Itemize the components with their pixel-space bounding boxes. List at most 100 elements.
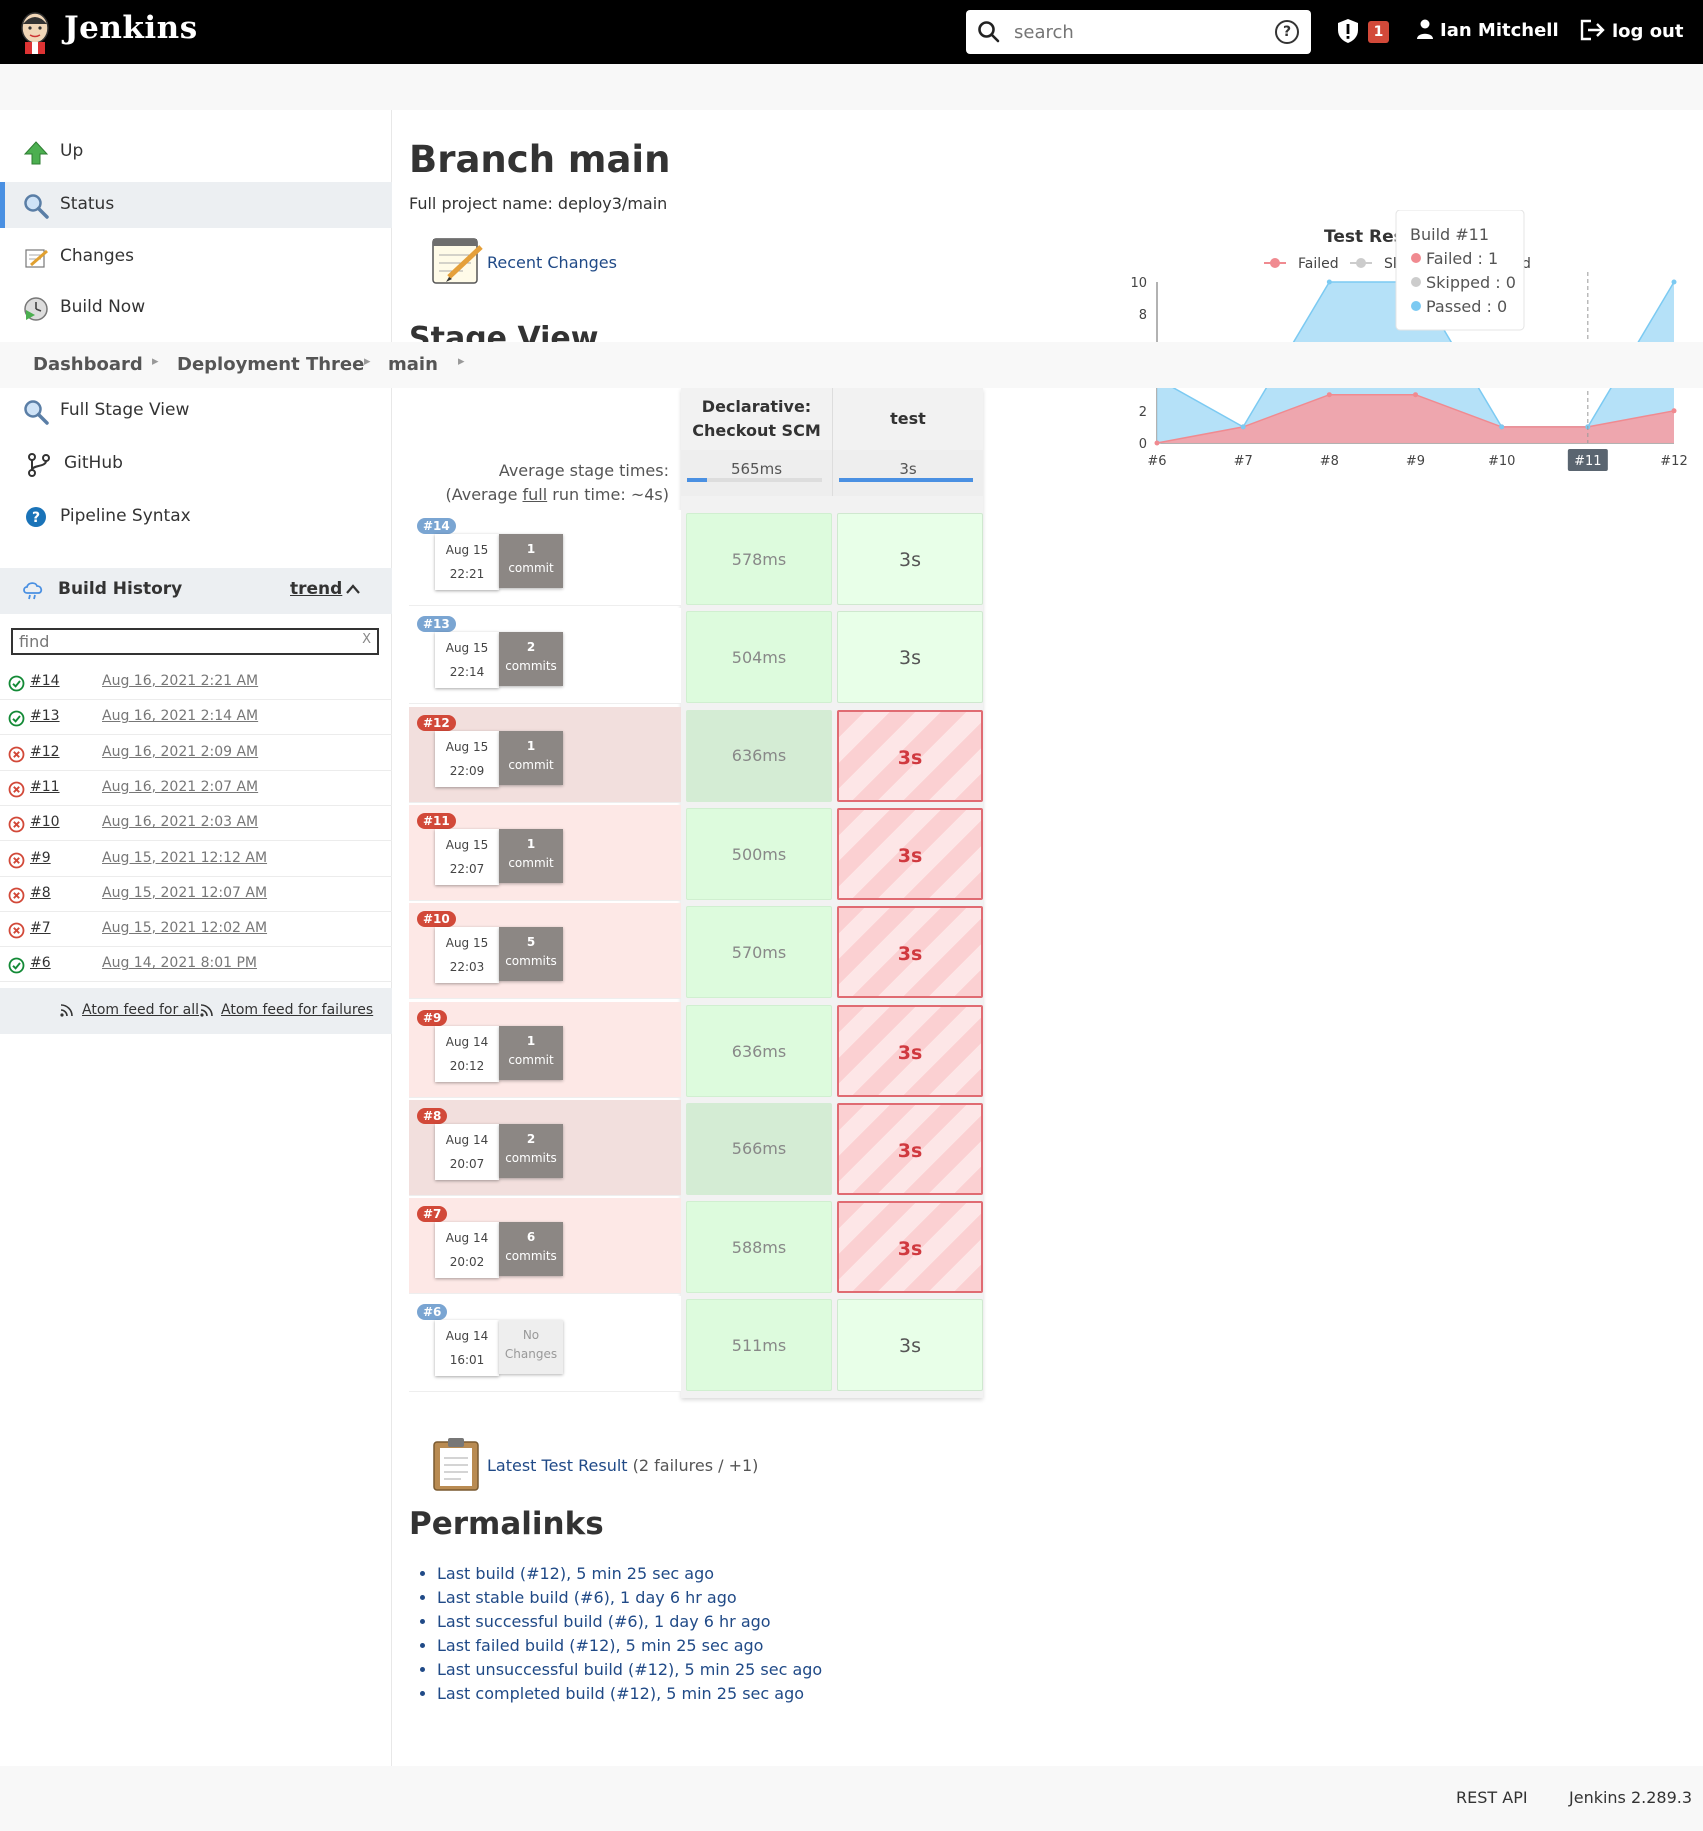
commits-box[interactable]: 2 commits bbox=[499, 632, 563, 687]
build-badge[interactable]: #9 bbox=[417, 1009, 448, 1026]
commits-box[interactable]: 1 commit bbox=[499, 730, 563, 785]
build-number-link[interactable]: #11 bbox=[30, 779, 60, 795]
build-date-link[interactable]: Aug 16, 2021 2:03 AM bbox=[102, 814, 258, 830]
rest-api-link[interactable]: REST API bbox=[1456, 1788, 1528, 1807]
build-history-filter[interactable]: find X bbox=[11, 628, 379, 655]
build-number-link[interactable]: #7 bbox=[30, 920, 51, 936]
build-date-link[interactable]: Aug 15, 2021 12:02 AM bbox=[102, 920, 267, 936]
stage-run-row[interactable]: #9 Aug 14 20:12 1 commit bbox=[409, 1001, 681, 1098]
commits-box[interactable]: No Changes bbox=[499, 1320, 563, 1375]
build-number-link[interactable]: #14 bbox=[30, 673, 60, 689]
recent-changes-link[interactable]: Recent Changes bbox=[487, 253, 617, 272]
search-input[interactable] bbox=[1014, 18, 1244, 46]
stage-cell-test[interactable]: 3sfailed bbox=[837, 1201, 983, 1323]
build-badge[interactable]: #8 bbox=[417, 1107, 448, 1124]
brand-name[interactable]: Jenkins bbox=[64, 10, 198, 46]
search-help-icon[interactable]: ? bbox=[1275, 20, 1299, 44]
stage-cell-checkout[interactable]: 511ms bbox=[686, 1299, 832, 1392]
build-date-link[interactable]: Aug 15, 2021 12:12 AM bbox=[102, 850, 267, 866]
stage-cell-checkout[interactable]: 504ms bbox=[686, 611, 832, 704]
stage-cell-test[interactable]: 3sfailed bbox=[837, 1004, 983, 1126]
breadcrumb-main[interactable]: main bbox=[388, 354, 438, 375]
avg-full-link[interactable]: full bbox=[523, 485, 548, 504]
atom-feed-all-link[interactable]: Atom feed for all bbox=[82, 1002, 199, 1018]
chevron-up-icon[interactable] bbox=[346, 584, 360, 594]
task-build-now[interactable]: Build Now bbox=[0, 285, 392, 331]
build-badge[interactable]: #6 bbox=[417, 1304, 448, 1321]
stage-cell-checkout[interactable]: 570ms bbox=[686, 906, 832, 999]
chevron-right-icon[interactable]: ▸ bbox=[458, 354, 465, 369]
stage-run-row[interactable]: #11 Aug 15 22:07 1 commit bbox=[409, 804, 681, 901]
permalink-last-completed[interactable]: Last completed build (#12), 5 min 25 sec… bbox=[437, 1684, 804, 1703]
build-history-row[interactable]: #6 Aug 14, 2021 8:01 PM bbox=[0, 947, 392, 983]
permalink-last-stable[interactable]: Last stable build (#6), 1 day 6 hr ago bbox=[437, 1588, 737, 1607]
stage-cell-checkout[interactable]: 588ms bbox=[686, 1201, 832, 1294]
build-history-row[interactable]: #14 Aug 16, 2021 2:21 AM bbox=[0, 665, 392, 700]
stage-cell-checkout[interactable]: 636ms bbox=[686, 709, 832, 802]
commits-box[interactable]: 1 commit bbox=[499, 828, 563, 883]
build-history-row[interactable]: #10 Aug 16, 2021 2:03 AM bbox=[0, 806, 392, 842]
build-history-row[interactable]: #7 Aug 15, 2021 12:02 AM bbox=[0, 912, 392, 948]
stage-cell-checkout[interactable]: 566ms bbox=[686, 1102, 832, 1195]
stage-run-row[interactable]: #6 Aug 14 16:01 No Changes bbox=[409, 1296, 681, 1393]
permalink-last-unsuccessful[interactable]: Last unsuccessful build (#12), 5 min 25 … bbox=[437, 1660, 822, 1679]
build-date-link[interactable]: Aug 16, 2021 2:21 AM bbox=[102, 673, 258, 689]
build-number-link[interactable]: #13 bbox=[30, 708, 60, 724]
build-badge[interactable]: #13 bbox=[417, 616, 456, 633]
atom-feed-failures-link[interactable]: Atom feed for failures bbox=[221, 1002, 373, 1018]
stage-cell-checkout[interactable]: 578ms bbox=[686, 513, 832, 605]
task-up[interactable]: Up bbox=[0, 129, 392, 175]
stage-cell-test[interactable]: 3s bbox=[837, 1299, 983, 1392]
latest-test-result-link[interactable]: Latest Test Result bbox=[487, 1456, 628, 1475]
chevron-right-icon[interactable]: ▸ bbox=[364, 354, 371, 369]
stage-cell-test[interactable]: 3s bbox=[837, 513, 983, 605]
security-shield-icon[interactable] bbox=[1337, 18, 1359, 44]
build-history-row[interactable]: #8 Aug 15, 2021 12:07 AM bbox=[0, 877, 392, 912]
permalink-last-successful[interactable]: Last successful build (#6), 1 day 6 hr a… bbox=[437, 1612, 771, 1631]
build-history-row[interactable]: #13 Aug 16, 2021 2:14 AM bbox=[0, 700, 392, 736]
build-date-link[interactable]: Aug 14, 2021 8:01 PM bbox=[102, 955, 257, 971]
build-date-link[interactable]: Aug 15, 2021 12:07 AM bbox=[102, 885, 267, 901]
breadcrumb-deployment-three[interactable]: Deployment Three bbox=[177, 354, 364, 375]
permalink-last-build[interactable]: Last build (#12), 5 min 25 sec ago bbox=[437, 1564, 714, 1583]
task-changes[interactable]: Changes bbox=[0, 234, 392, 280]
build-number-link[interactable]: #10 bbox=[30, 814, 60, 830]
stage-cell-test[interactable]: 3sfailed bbox=[837, 906, 983, 1028]
build-history-row[interactable]: #12 Aug 16, 2021 2:09 AM bbox=[0, 736, 392, 771]
permalink-last-failed[interactable]: Last failed build (#12), 5 min 25 sec ag… bbox=[437, 1636, 763, 1655]
stage-cell-checkout[interactable]: 500ms bbox=[686, 807, 832, 900]
stage-run-row[interactable]: #14 Aug 15 22:21 1 commit bbox=[409, 510, 681, 606]
jenkins-version[interactable]: Jenkins 2.289.3 bbox=[1569, 1788, 1692, 1807]
build-history-row[interactable]: #11 Aug 16, 2021 2:07 AM bbox=[0, 771, 392, 806]
build-date-link[interactable]: Aug 16, 2021 2:07 AM bbox=[102, 779, 258, 795]
jenkins-logo[interactable] bbox=[18, 10, 52, 54]
commits-box[interactable]: 6 commits bbox=[499, 1222, 563, 1277]
build-number-link[interactable]: #8 bbox=[30, 885, 51, 901]
security-count-badge[interactable]: 1 bbox=[1368, 21, 1389, 43]
user-menu[interactable]: Ian Mitchell bbox=[1416, 19, 1559, 41]
commits-box[interactable]: 2 commits bbox=[499, 1123, 563, 1178]
stage-cell-test[interactable]: 3sfailed bbox=[837, 709, 983, 831]
build-number-link[interactable]: #12 bbox=[30, 744, 60, 760]
breadcrumb-dashboard[interactable]: Dashboard bbox=[33, 354, 143, 375]
stage-run-row[interactable]: #7 Aug 14 20:02 6 commits bbox=[409, 1198, 681, 1295]
stage-cell-test[interactable]: 3s bbox=[837, 611, 983, 704]
build-badge[interactable]: #11 bbox=[417, 812, 456, 829]
stage-run-row[interactable]: #10 Aug 15 22:03 5 commits bbox=[409, 903, 681, 1000]
task-github[interactable]: GitHub bbox=[0, 441, 392, 487]
task-status[interactable]: Status bbox=[0, 182, 392, 228]
build-date-link[interactable]: Aug 16, 2021 2:14 AM bbox=[102, 708, 258, 724]
commits-box[interactable]: 1 commit bbox=[499, 1025, 563, 1080]
build-badge[interactable]: #14 bbox=[417, 518, 456, 534]
clear-filter-button[interactable]: X bbox=[362, 632, 371, 647]
build-badge[interactable]: #10 bbox=[417, 911, 456, 928]
commits-box[interactable]: 5 commits bbox=[499, 927, 563, 982]
build-badge[interactable]: #7 bbox=[417, 1206, 448, 1223]
stage-cell-test[interactable]: 3sfailed bbox=[837, 1102, 983, 1224]
build-number-link[interactable]: #9 bbox=[30, 850, 51, 866]
stage-run-row[interactable]: #8 Aug 14 20:07 2 commits bbox=[409, 1099, 681, 1196]
stage-run-row[interactable]: #13 Aug 15 22:14 2 commits bbox=[409, 608, 681, 705]
build-badge[interactable]: #12 bbox=[417, 714, 456, 731]
logout-link[interactable]: log out bbox=[1580, 19, 1683, 42]
task-full-stage-view[interactable]: Full Stage View bbox=[0, 388, 392, 434]
